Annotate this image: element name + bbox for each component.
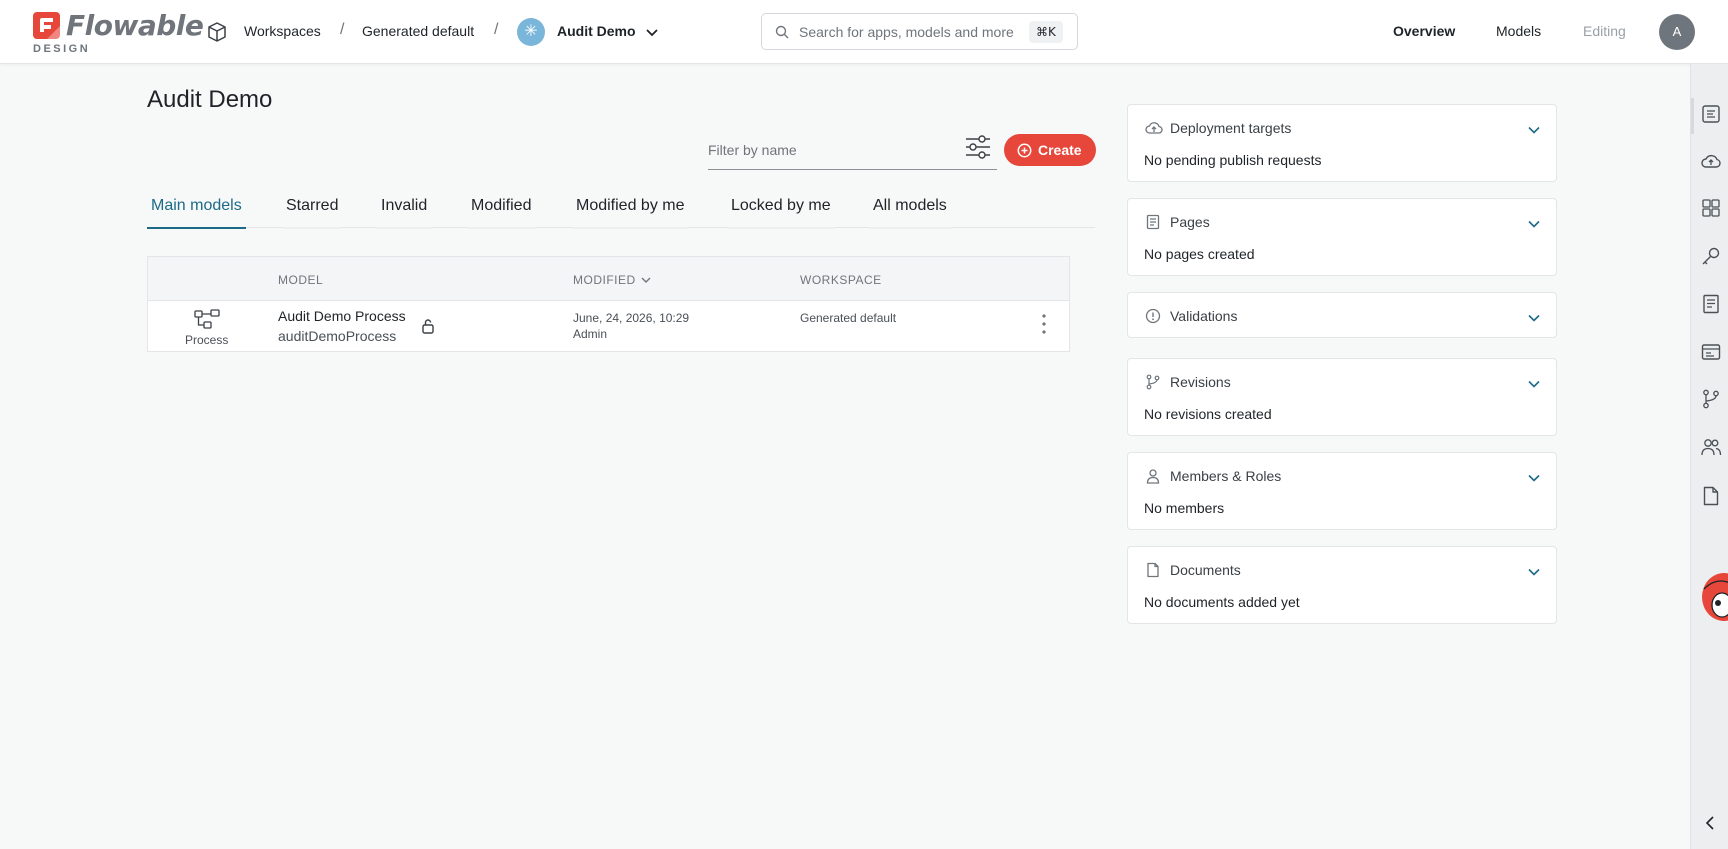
branch-icon xyxy=(1146,374,1160,390)
chevron-down-icon[interactable] xyxy=(644,24,660,40)
filter-placeholder: Filter by name xyxy=(708,142,797,158)
flowable-logo[interactable]: Flowable DESIGN xyxy=(33,9,204,56)
table-header: MODEL MODIFIED WORKSPACE xyxy=(148,257,1069,301)
chevron-down-icon[interactable] xyxy=(1526,470,1542,486)
rail-active-indicator xyxy=(1691,98,1694,134)
nav-overview[interactable]: Overview xyxy=(1393,23,1455,39)
document-icon xyxy=(1147,562,1159,578)
page-title: Audit Demo xyxy=(147,86,273,113)
members-icon[interactable] xyxy=(1700,436,1722,458)
chevron-left-icon[interactable] xyxy=(1703,815,1717,831)
apps-grid-icon[interactable] xyxy=(1700,197,1722,219)
tab-starred[interactable]: Starred xyxy=(282,197,343,229)
forms-icon[interactable] xyxy=(1700,341,1722,363)
panel-pages: Pages No pages created xyxy=(1127,198,1557,276)
plus-circle-icon xyxy=(1017,143,1032,158)
tab-main-models[interactable]: Main models xyxy=(147,197,246,229)
panel-validations: Validations xyxy=(1127,292,1557,338)
column-header-model[interactable]: MODEL xyxy=(278,273,323,287)
chevron-down-icon[interactable] xyxy=(1526,376,1542,392)
nav-models[interactable]: Models xyxy=(1496,23,1541,39)
breadcrumb-generated-default[interactable]: Generated default xyxy=(362,23,474,39)
model-key: auditDemoProcess xyxy=(278,328,397,344)
workspace-cell: Generated default xyxy=(800,311,897,325)
app-avatar: ✳ xyxy=(517,18,545,46)
workspace-cube-icon xyxy=(208,22,226,42)
panel-empty-text: No revisions created xyxy=(1144,406,1272,422)
chevron-down-icon[interactable] xyxy=(1526,310,1542,326)
panel-empty-text: No pending publish requests xyxy=(1144,152,1322,168)
filter-settings-icon[interactable] xyxy=(965,135,991,159)
chevron-down-icon[interactable] xyxy=(1526,564,1542,580)
app-switcher-name[interactable]: Audit Demo xyxy=(557,23,636,39)
search-shortcut-badge: ⌘K xyxy=(1029,21,1063,43)
panel-title: Documents xyxy=(1170,562,1241,578)
logo-subtitle: DESIGN xyxy=(33,43,91,55)
chevron-down-icon[interactable] xyxy=(1526,122,1542,138)
breadcrumb-separator: / xyxy=(494,21,499,38)
tab-all-models[interactable]: All models xyxy=(869,197,951,229)
search-icon xyxy=(775,25,789,39)
flowable-logo-mark xyxy=(33,12,60,39)
create-button-label: Create xyxy=(1038,142,1082,158)
global-search-input[interactable]: Search for apps, models and more ⌘K xyxy=(761,13,1078,50)
user-icon xyxy=(1146,469,1160,484)
cloud-upload-icon xyxy=(1145,122,1163,134)
panel-title: Deployment targets xyxy=(1170,120,1292,136)
alert-circle-icon xyxy=(1145,308,1161,324)
process-model-icon xyxy=(194,309,220,329)
model-name-link[interactable]: Audit Demo Process xyxy=(278,308,406,324)
panel-documents: Documents No documents added yet xyxy=(1127,546,1557,624)
panel-title: Pages xyxy=(1170,214,1210,230)
tab-modified-by-me[interactable]: Modified by me xyxy=(572,197,689,229)
pages-icon[interactable] xyxy=(1700,293,1722,315)
column-header-workspace[interactable]: WORKSPACE xyxy=(800,273,882,287)
overview-panel-icon[interactable] xyxy=(1700,103,1722,125)
breadcrumb-separator: / xyxy=(340,21,345,38)
logo-text: Flowable xyxy=(66,9,204,42)
cloud-icon[interactable] xyxy=(1700,150,1722,172)
panel-revisions: Revisions No revisions created xyxy=(1127,358,1557,436)
key-icon[interactable] xyxy=(1700,245,1722,267)
panel-empty-text: No pages created xyxy=(1144,246,1255,262)
create-button[interactable]: Create xyxy=(1004,134,1096,166)
sort-chevron-down-icon[interactable] xyxy=(640,275,652,285)
more-options-icon[interactable] xyxy=(1039,312,1049,336)
modified-date: June, 24, 2026, 10:29 xyxy=(573,311,690,325)
breadcrumb-workspaces[interactable]: Workspaces xyxy=(244,23,321,39)
unlock-icon[interactable] xyxy=(421,318,435,334)
modified-by: Admin xyxy=(573,327,608,341)
panel-empty-text: No documents added yet xyxy=(1144,594,1300,610)
revisions-branch-icon[interactable] xyxy=(1700,388,1722,410)
column-header-modified[interactable]: MODIFIED xyxy=(573,273,636,287)
search-placeholder: Search for apps, models and more xyxy=(799,24,1014,40)
model-type-label: Process xyxy=(185,333,229,347)
table-row[interactable]: Process Audit Demo Process auditDemoProc… xyxy=(148,301,1069,351)
documents-icon[interactable] xyxy=(1700,485,1722,507)
top-bar: Flowable DESIGN Workspaces / Generated d… xyxy=(0,0,1728,64)
tab-modified[interactable]: Modified xyxy=(467,197,536,229)
panel-members-roles: Members & Roles No members xyxy=(1127,452,1557,530)
nav-editing[interactable]: Editing xyxy=(1583,23,1626,39)
model-tabs: Main models Starred Invalid Modified Mod… xyxy=(147,190,1095,229)
tab-invalid[interactable]: Invalid xyxy=(377,197,432,229)
assistant-mascot-icon[interactable] xyxy=(1696,567,1728,627)
panel-title: Validations xyxy=(1170,308,1238,324)
panel-empty-text: No members xyxy=(1144,500,1225,516)
models-table: MODEL MODIFIED WORKSPACE Process Audit D… xyxy=(147,256,1070,352)
user-avatar[interactable]: A xyxy=(1659,14,1695,50)
panel-title: Members & Roles xyxy=(1170,468,1282,484)
tab-locked-by-me[interactable]: Locked by me xyxy=(727,197,835,229)
panel-title: Revisions xyxy=(1170,374,1231,390)
side-rail xyxy=(1690,64,1728,849)
filter-by-name-input[interactable]: Filter by name xyxy=(708,134,997,170)
page-icon xyxy=(1146,214,1160,230)
panel-deployment-targets: Deployment targets No pending publish re… xyxy=(1127,104,1557,182)
chevron-down-icon[interactable] xyxy=(1526,216,1542,232)
